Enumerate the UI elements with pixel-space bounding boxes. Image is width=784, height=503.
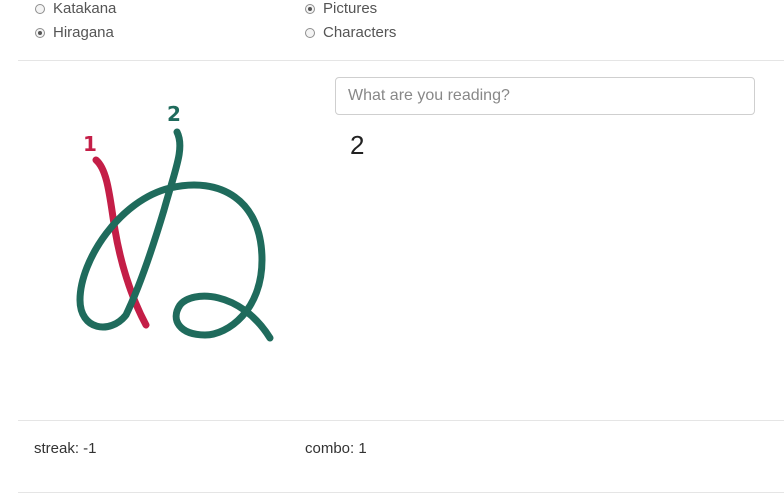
stroke-2-number: 2 — [167, 102, 181, 126]
stroke-1-number: 1 — [83, 132, 97, 156]
characters-label: Characters — [323, 24, 397, 41]
katakana-option[interactable]: Katakana — [35, 0, 116, 17]
hiragana-radio[interactable] — [35, 27, 45, 38]
stroke-2-path — [76, 128, 274, 342]
streak-text: streak: -1 — [34, 440, 97, 457]
hiragana-option[interactable]: Hiragana — [35, 24, 114, 41]
characters-option[interactable]: Characters — [305, 24, 396, 41]
hiragana-label: Hiragana — [53, 24, 114, 41]
divider-top — [18, 60, 784, 61]
divider-mid — [18, 420, 784, 421]
katakana-label: Katakana — [53, 0, 117, 17]
combo-text: combo: 1 — [305, 440, 367, 457]
mode-options: Katakana Hiragana Pictures Characters — [0, 0, 784, 56]
characters-radio[interactable] — [305, 27, 315, 38]
reading-input[interactable] — [335, 77, 755, 115]
pictures-option[interactable]: Pictures — [305, 0, 377, 17]
app-root: Katakana Hiragana Pictures Characters 1 … — [0, 0, 784, 503]
pictures-radio[interactable] — [305, 3, 315, 14]
divider-bottom — [18, 492, 784, 493]
answer-text: 2 — [350, 130, 365, 160]
katakana-radio[interactable] — [35, 3, 45, 14]
pictures-label: Pictures — [323, 0, 378, 17]
kana-stroke-drawing: 1 2 — [76, 102, 274, 342]
